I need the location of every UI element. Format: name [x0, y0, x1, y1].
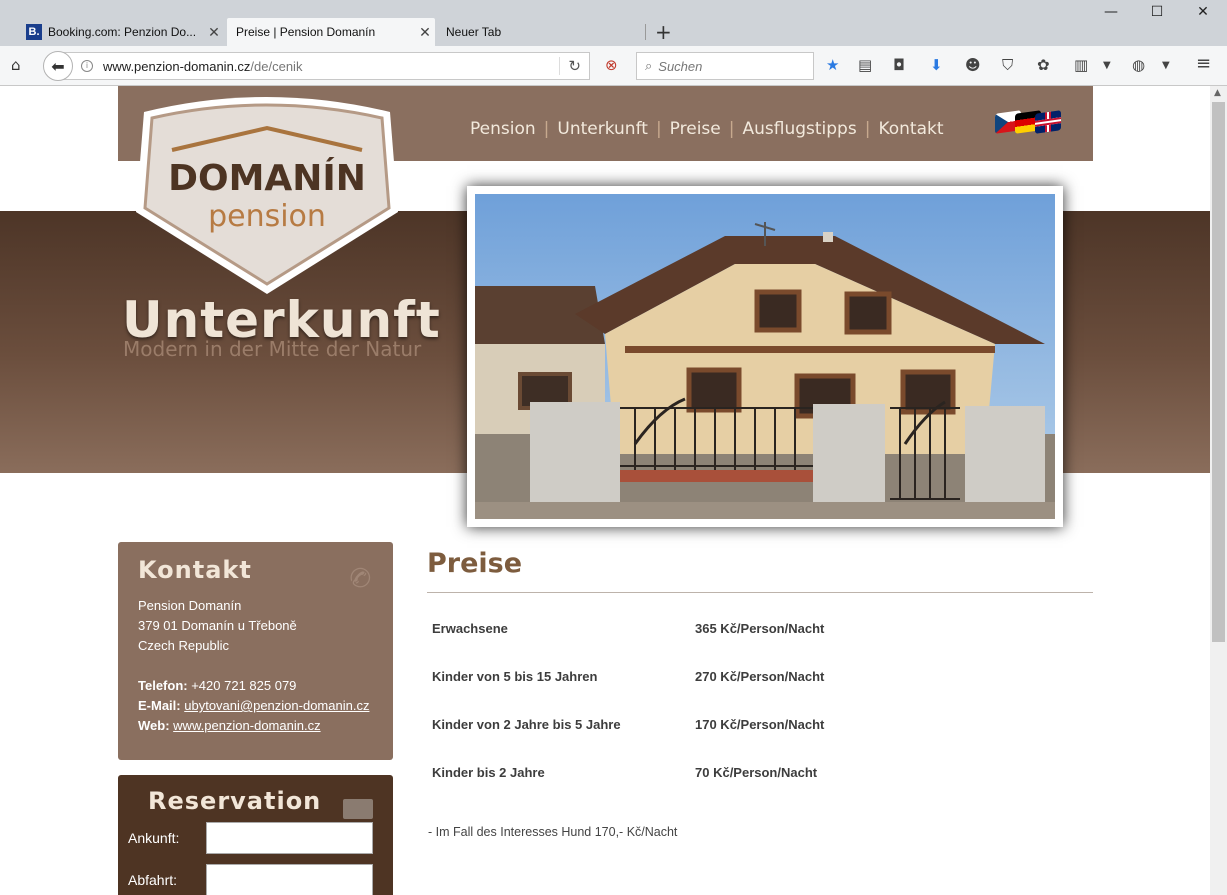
- web-label: Web:: [138, 718, 170, 733]
- contact-name: Pension Domanín: [138, 598, 242, 613]
- contact-web-row: Web: www.penzion-domanin.cz: [138, 716, 373, 736]
- scroll-up-icon[interactable]: ▲: [1214, 88, 1221, 98]
- menu-item-unterkunft[interactable]: Unterkunft: [557, 119, 648, 139]
- tab-new[interactable]: Neuer Tab: [437, 18, 643, 46]
- booking-favicon-icon: B.: [26, 24, 42, 40]
- logo-shield-icon: DOMANÍN pension: [136, 97, 398, 294]
- menu-item-kontakt[interactable]: Kontakt: [878, 119, 943, 139]
- price-value: 70 Kč/Person/Nacht: [695, 765, 818, 780]
- menu-separator: |: [864, 119, 871, 139]
- page-scrollbar[interactable]: ▲: [1210, 86, 1227, 895]
- chevron-down-icon[interactable]: ▼: [1162, 60, 1170, 71]
- page-title: Preise: [427, 548, 523, 579]
- url-bar[interactable]: i www.penzion-domanin.cz/de/cenik ↻: [60, 52, 590, 80]
- reload-icon[interactable]: ↻: [559, 57, 581, 75]
- price-label: Kinder bis 2 Jahre: [432, 765, 545, 780]
- email-label: E-Mail:: [138, 698, 181, 713]
- phone-value: +420 721 825 079: [191, 678, 297, 693]
- addon-icon[interactable]: ⊗: [605, 56, 618, 74]
- departure-label: Abfahrt:: [128, 872, 178, 888]
- phone-label: Telefon:: [138, 678, 188, 693]
- tab-label: Preise | Pension Domanín: [236, 25, 376, 39]
- departure-input[interactable]: [206, 864, 373, 895]
- main-menu: Pension | Unterkunft | Preise | Ausflugs…: [470, 119, 944, 139]
- menu-separator: |: [543, 119, 550, 139]
- contact-box: ✆ Kontakt Pension Domanín 379 01 Domanín…: [118, 542, 393, 760]
- shield-icon[interactable]: ⛉: [1002, 56, 1013, 74]
- site-logo[interactable]: DOMANÍN pension: [126, 90, 408, 296]
- hero-subtitle: Modern in der Mitte der Natur: [123, 337, 422, 361]
- scrollbar-thumb[interactable]: [1212, 102, 1225, 642]
- new-tab-plus-icon[interactable]: +: [655, 20, 672, 44]
- price-value: 270 Kč/Person/Nacht: [695, 669, 825, 684]
- price-label: Kinder von 2 Jahre bis 5 Jahre: [432, 717, 621, 732]
- web-page: Pension | Unterkunft | Preise | Ausflugs…: [0, 86, 1210, 895]
- back-button[interactable]: ⬅: [43, 51, 73, 81]
- title-divider: [427, 592, 1093, 593]
- tab-label: Neuer Tab: [446, 25, 502, 39]
- menu-separator: |: [728, 119, 735, 139]
- contact-country: Czech Republic: [138, 638, 230, 653]
- house-photo: [467, 186, 1063, 527]
- house-photo-image: [475, 194, 1055, 519]
- arrival-label: Ankunft:: [128, 830, 180, 846]
- close-icon[interactable]: ✕: [204, 24, 224, 41]
- tab-separator: [645, 24, 646, 40]
- tab-preise[interactable]: Preise | Pension Domanín ✕: [227, 18, 435, 46]
- url-path: /de/cenik: [250, 58, 303, 74]
- search-icon: ⌕: [645, 58, 653, 73]
- menu-item-preise[interactable]: Preise: [670, 119, 721, 139]
- web-link[interactable]: www.penzion-domanin.cz: [173, 718, 320, 733]
- logo-title: DOMANÍN: [168, 157, 366, 199]
- search-placeholder: Suchen: [658, 58, 703, 74]
- contact-address: 379 01 Domanín u Třeboně: [138, 618, 297, 633]
- search-input[interactable]: ⌕ Suchen: [636, 52, 814, 80]
- close-icon[interactable]: ✕: [415, 24, 435, 41]
- price-label: Kinder von 5 bis 15 Jahren: [432, 669, 598, 684]
- price-value: 365 Kč/Person/Nacht: [695, 621, 825, 636]
- price-note: - Im Fall des Interesses Hund 170,- Kč/N…: [428, 825, 678, 839]
- arrival-input[interactable]: [206, 822, 373, 854]
- language-switcher: [995, 110, 1061, 134]
- reading-list-icon[interactable]: ▤: [858, 56, 872, 74]
- price-value: 170 Kč/Person/Nacht: [695, 717, 825, 732]
- home-icon[interactable]: ⌂: [11, 56, 21, 74]
- pocket-icon[interactable]: ◘: [893, 56, 905, 74]
- english-flag-icon[interactable]: [1035, 110, 1061, 134]
- bookmark-star-icon[interactable]: ★: [826, 56, 839, 74]
- logo-subtitle: pension: [208, 199, 326, 234]
- email-link[interactable]: ubytovani@penzion-domanin.cz: [184, 698, 369, 713]
- window-close-icon[interactable]: ✕: [1180, 4, 1226, 28]
- contact-title: Kontakt: [138, 556, 252, 584]
- url-text[interactable]: www.penzion-domanin.cz/de/cenik: [103, 59, 302, 74]
- url-host: www.penzion-domanin.cz: [103, 58, 251, 74]
- clipboard-icon[interactable]: ▥: [1074, 56, 1088, 74]
- globe-icon[interactable]: ◍: [1132, 56, 1145, 74]
- menu-item-pension[interactable]: Pension: [470, 119, 536, 139]
- contact-email-row: E-Mail: ubytovani@penzion-domanin.cz: [138, 696, 373, 716]
- maximize-icon[interactable]: ☐: [1134, 4, 1180, 28]
- minimize-icon[interactable]: —: [1088, 4, 1134, 28]
- menu-separator: |: [655, 119, 662, 139]
- back-arrow-icon: ⬅: [51, 56, 65, 76]
- browser-navbar: ⌂ i www.penzion-domanin.cz/de/cenik ↻ ⬅ …: [0, 46, 1227, 86]
- emoji-icon[interactable]: ☻: [965, 56, 981, 74]
- download-icon[interactable]: ⬇: [930, 56, 943, 74]
- reservation-title: Reservation: [148, 787, 322, 815]
- chevron-down-icon[interactable]: ▼: [1103, 60, 1111, 71]
- info-icon[interactable]: i: [81, 60, 93, 72]
- radio-icon: [343, 799, 373, 819]
- tab-booking[interactable]: B. Booking.com: Penzion Do... ✕: [18, 18, 224, 46]
- tab-label: Booking.com: Penzion Do...: [48, 25, 197, 39]
- browser-titlebar: B. Booking.com: Penzion Do... ✕ Preise |…: [0, 0, 1227, 46]
- menu-item-ausflugstipps[interactable]: Ausflugstipps: [742, 119, 856, 139]
- reservation-box: Reservation Ankunft: Abfahrt:: [118, 775, 393, 895]
- price-label: Erwachsene: [432, 621, 508, 636]
- contact-phone-row: Telefon: +420 721 825 079: [138, 676, 373, 696]
- extension-icon[interactable]: ✿: [1037, 56, 1050, 74]
- hamburger-menu-icon[interactable]: ≡: [1196, 53, 1211, 74]
